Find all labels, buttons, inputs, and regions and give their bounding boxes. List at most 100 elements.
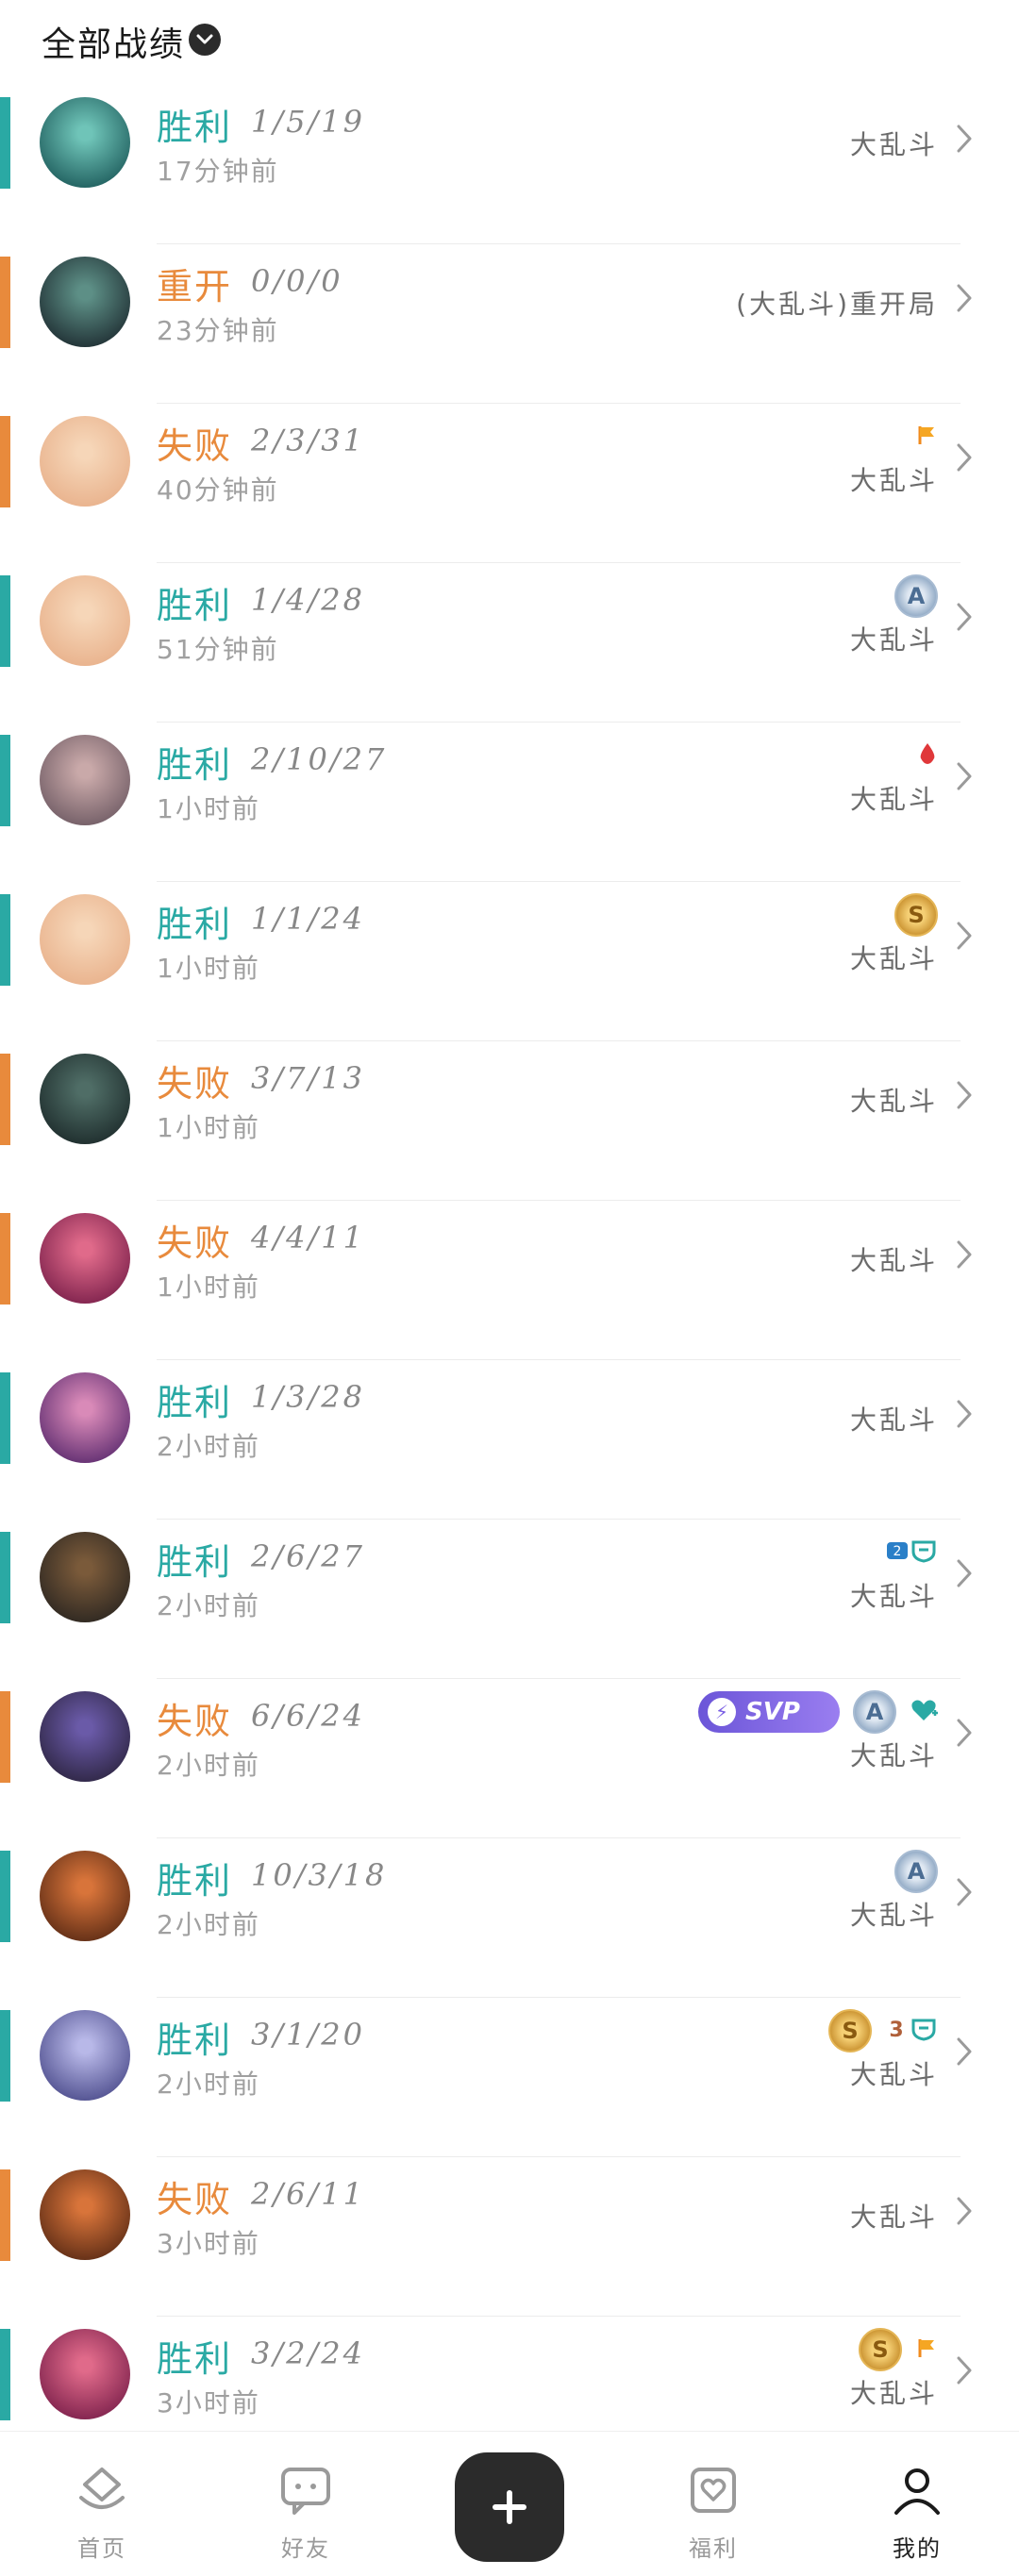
chevron-right-icon[interactable] (955, 1717, 974, 1753)
champion-avatar (40, 2010, 130, 2101)
champion-portrait (40, 416, 130, 507)
tab-label: 首页 (77, 2535, 126, 2562)
match-time: 1小时前 (157, 953, 260, 984)
champion-avatar (40, 894, 130, 985)
champion-avatar (40, 1054, 130, 1144)
tab-mine[interactable]: 我的 (815, 2432, 1019, 2576)
match-row[interactable]: 胜利 3/1/20 2小时前 S 3 大乱斗 (0, 1998, 1019, 2157)
game-mode: 大乱斗 (849, 943, 938, 974)
triple-kill-shield-icon: 3 (885, 2017, 938, 2045)
chevron-right-icon[interactable] (955, 2195, 974, 2231)
chevron-right-icon[interactable] (955, 1079, 974, 1115)
match-result: 失败 (157, 1222, 233, 1264)
double-kill-shield-icon: 2 (885, 1538, 938, 1567)
achievement-badges: 2 (885, 1529, 938, 1576)
game-mode: 大乱斗 (849, 465, 938, 496)
match-kda: 1/4/28 (251, 582, 365, 618)
flag-icon (915, 2336, 938, 2363)
champion-avatar (40, 1691, 130, 1782)
match-kda: 3/7/13 (251, 1060, 365, 1096)
tab-welfare[interactable]: 福利 (611, 2432, 815, 2576)
match-time: 2小时前 (157, 1909, 260, 1940)
result-color-bar (0, 1532, 10, 1623)
game-mode: 大乱斗 (849, 784, 938, 815)
chevron-right-icon[interactable] (955, 441, 974, 477)
chevron-right-icon[interactable] (955, 2036, 974, 2071)
result-color-bar (0, 1851, 10, 1942)
blood-drop-icon (917, 741, 938, 770)
match-row[interactable]: 胜利 1/1/24 1小时前 S 大乱斗 (0, 882, 1019, 1041)
match-row[interactable]: 胜利 10/3/18 2小时前 A 大乱斗 (0, 1838, 1019, 1998)
chevron-right-icon[interactable] (955, 123, 974, 158)
svg-text:2: 2 (894, 1544, 902, 1559)
match-time: 17分钟前 (157, 156, 279, 187)
match-kda: 0/0/0 (251, 263, 343, 299)
match-kda: 6/6/24 (251, 1698, 365, 1734)
result-color-bar (0, 1691, 10, 1783)
tab-friends[interactable]: 好友 (204, 2432, 408, 2576)
match-row[interactable]: 胜利 2/6/27 2小时前 2 大乱斗 (0, 1520, 1019, 1679)
match-row[interactable]: 胜利 2/10/27 1小时前 大乱斗 (0, 723, 1019, 882)
match-row[interactable]: 胜利 1/5/19 17分钟前 大乱斗 (0, 85, 1019, 244)
match-time: 2小时前 (157, 1750, 260, 1781)
gift-icon (685, 2464, 742, 2520)
tab-label: 我的 (893, 2535, 942, 2562)
match-row[interactable]: 失败 2/3/31 40分钟前 大乱斗 (0, 404, 1019, 563)
match-kda: 4/4/11 (251, 1220, 365, 1255)
chevron-right-icon[interactable] (955, 920, 974, 956)
chevron-right-icon[interactable] (955, 282, 974, 318)
filter-dropdown-icon[interactable] (189, 24, 221, 56)
match-row[interactable]: 胜利 1/3/28 2小时前 大乱斗 (0, 1360, 1019, 1520)
match-row[interactable]: 胜利 1/4/28 51分钟前 A 大乱斗 (0, 563, 1019, 723)
champion-avatar (40, 97, 130, 188)
champion-portrait (40, 2010, 130, 2101)
champion-avatar (40, 2169, 130, 2260)
match-time: 2小时前 (157, 1431, 260, 1462)
chevron-right-icon[interactable] (955, 1238, 974, 1274)
home-icon (74, 2464, 130, 2520)
champion-avatar (40, 1372, 130, 1463)
match-time: 3小时前 (157, 2387, 260, 2418)
match-row[interactable]: 失败 3/7/13 1小时前 大乱斗 (0, 1041, 1019, 1201)
champion-portrait (40, 1691, 130, 1782)
match-row[interactable]: 失败 4/4/11 1小时前 大乱斗 (0, 1201, 1019, 1360)
add-button[interactable] (455, 2452, 564, 2562)
achievement-badges: ⚡ SVP A (698, 1688, 938, 1736)
match-kda: 2/3/31 (251, 423, 365, 458)
champion-avatar (40, 1851, 130, 1941)
champion-portrait (40, 97, 130, 188)
match-kda: 2/6/11 (251, 2176, 365, 2212)
svg-text:3: 3 (889, 2019, 903, 2041)
chevron-right-icon[interactable] (955, 1876, 974, 1912)
chevron-right-icon[interactable] (955, 601, 974, 637)
rating-s-badge-icon: S (894, 893, 938, 937)
chevron-right-icon[interactable] (955, 2354, 974, 2390)
match-row[interactable]: 失败 6/6/24 2小时前 ⚡ SVP A 大乱斗 (0, 1679, 1019, 1838)
page-title[interactable]: 全部战绩 (42, 17, 185, 66)
result-color-bar (0, 894, 10, 986)
champion-portrait (40, 1213, 130, 1304)
game-mode: 大乱斗 (849, 2059, 938, 2090)
match-row[interactable]: 失败 2/6/11 3小时前 大乱斗 (0, 2157, 1019, 2317)
achievement-badges: S (859, 2326, 938, 2373)
match-time: 1小时前 (157, 1112, 260, 1143)
match-kda: 3/1/20 (251, 2017, 365, 2052)
chevron-right-icon[interactable] (955, 1398, 974, 1434)
champion-portrait (40, 1054, 130, 1144)
champion-avatar (40, 257, 130, 347)
chevron-right-icon[interactable] (955, 1557, 974, 1593)
match-result: 胜利 (157, 107, 233, 148)
game-mode: 大乱斗 (849, 1581, 938, 1612)
tab-label: 好友 (281, 2535, 330, 2562)
rating-a-badge-icon: A (894, 574, 938, 618)
match-row[interactable]: 重开 0/0/0 23分钟前 (大乱斗)重开局 (0, 244, 1019, 404)
tab-home[interactable]: 首页 (0, 2432, 204, 2576)
champion-avatar (40, 735, 130, 825)
chevron-right-icon[interactable] (955, 760, 974, 796)
match-result: 胜利 (157, 1382, 233, 1423)
match-time: 2小时前 (157, 2069, 260, 2100)
match-kda: 10/3/18 (251, 1857, 388, 1893)
champion-portrait (40, 894, 130, 985)
heart-plus-icon (910, 1698, 938, 1726)
result-color-bar (0, 575, 10, 667)
